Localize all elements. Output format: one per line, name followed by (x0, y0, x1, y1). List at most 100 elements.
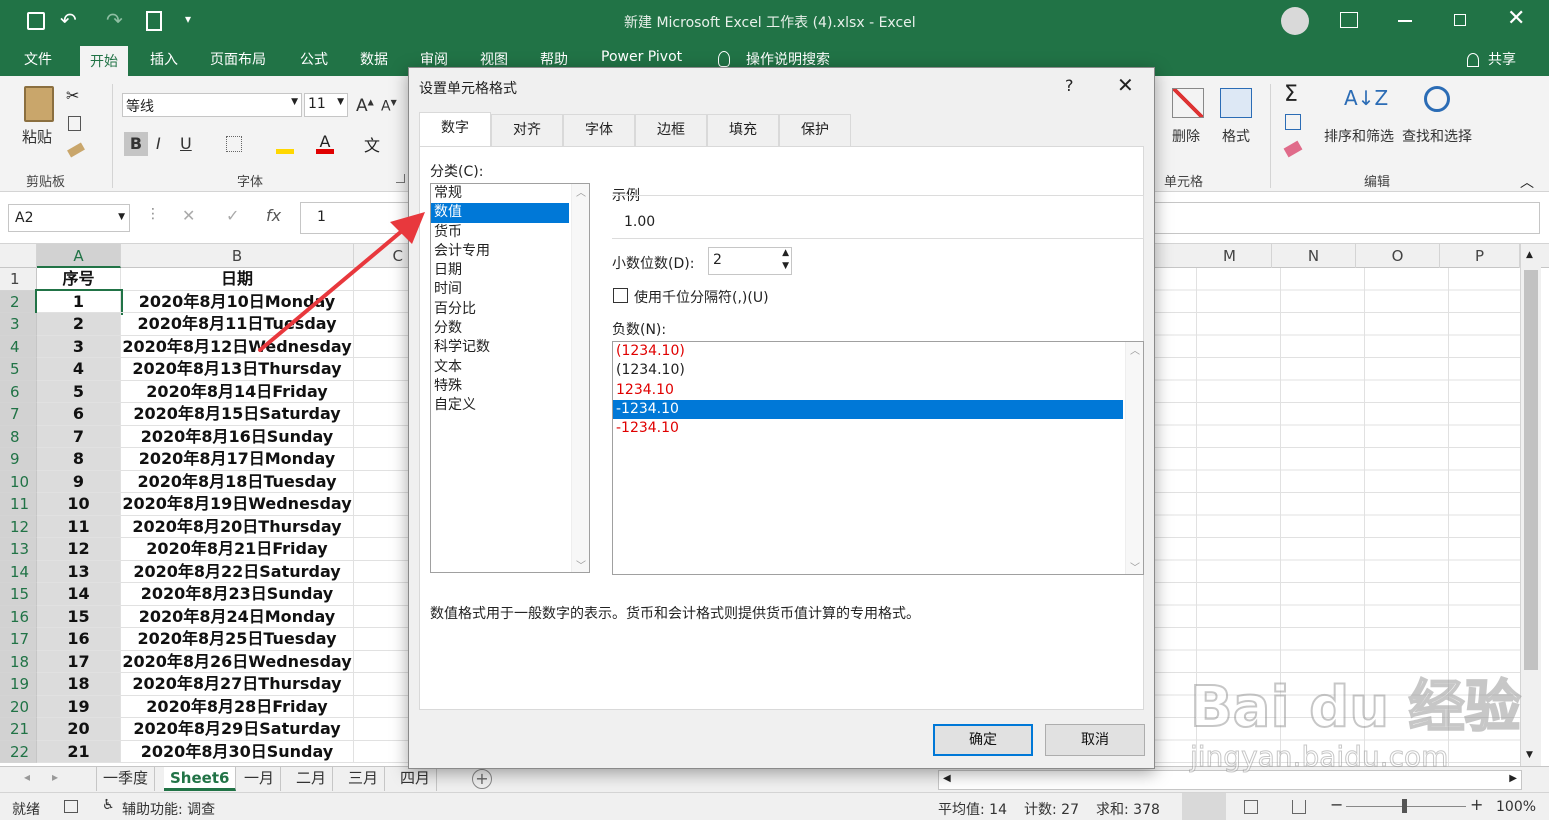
normal-view-icon[interactable] (1182, 793, 1226, 820)
restore-icon[interactable] (1454, 14, 1466, 26)
cell-date[interactable]: 2020年8月17日Monday (121, 448, 354, 471)
ribbon-display-icon[interactable] (1340, 12, 1358, 28)
row-header[interactable]: 2 (0, 290, 37, 313)
negative-numbers-list[interactable]: ︿ ﹀ (1234.10) (1234.10) 1234.10 -1234.10 -12… (612, 341, 1144, 575)
format-cells-button[interactable]: 格式 (1222, 126, 1250, 146)
cell-empty[interactable] (354, 448, 410, 471)
search-icon[interactable] (1424, 86, 1450, 112)
tab-power-pivot[interactable]: Power Pivot (601, 49, 682, 65)
column-header-m[interactable]: M (1188, 244, 1272, 268)
tab-home[interactable]: 开始 (80, 46, 128, 76)
cell-index[interactable]: 4 (37, 358, 121, 381)
category-item[interactable]: 时间 (431, 280, 569, 299)
cell-index[interactable]: 3 (37, 335, 121, 358)
cell-index[interactable]: 16 (37, 628, 121, 651)
name-box[interactable]: A2 ▼ (8, 204, 130, 232)
tab-fill[interactable]: 填充 (707, 114, 779, 146)
category-item[interactable]: 日期 (431, 261, 569, 280)
collapse-ribbon-icon[interactable]: ︿ (1520, 172, 1534, 192)
share-button[interactable]: 共享 (1488, 49, 1516, 69)
bold-button[interactable]: B (124, 132, 148, 156)
sheet-tab-apr[interactable]: 四月 (394, 767, 438, 791)
thousands-separator-checkbox[interactable] (613, 288, 628, 303)
cell-index[interactable]: 21 (37, 740, 121, 763)
cell-index[interactable]: 17 (37, 650, 121, 673)
cell-date[interactable]: 2020年8月16日Sunday (121, 425, 354, 448)
cell-empty[interactable] (354, 380, 410, 403)
thousands-separator-label[interactable]: 使用千位分隔符(,)(U) (634, 287, 769, 307)
fill-down-icon[interactable] (1285, 114, 1301, 130)
tab-font[interactable]: 字体 (563, 114, 635, 146)
cell-empty[interactable] (354, 628, 410, 651)
row-header[interactable]: 5 (0, 358, 37, 381)
negative-format-item[interactable]: 1234.10 (613, 381, 1123, 400)
row-header[interactable]: 13 (0, 538, 37, 561)
cell-empty[interactable] (354, 358, 410, 381)
category-item[interactable]: 货币 (431, 223, 569, 242)
cell-empty[interactable] (354, 583, 410, 606)
scroll-left-icon[interactable]: ◀ (943, 773, 951, 784)
tab-alignment[interactable]: 对齐 (491, 114, 563, 146)
row-header[interactable]: 15 (0, 583, 37, 606)
cell-date[interactable]: 2020年8月23日Sunday (121, 583, 354, 606)
cell-date[interactable]: 2020年8月28日Friday (121, 695, 354, 718)
row-header[interactable]: 9 (0, 448, 37, 471)
tab-number[interactable]: 数字 (419, 112, 491, 147)
sheet-tab-sheet6[interactable]: Sheet6 (164, 767, 237, 791)
negative-format-item[interactable]: -1234.10 (613, 399, 1123, 420)
tab-view[interactable]: 视图 (480, 49, 508, 69)
undo-icon[interactable]: ↶ (60, 8, 77, 32)
row-header[interactable]: 11 (0, 493, 37, 516)
cell-date[interactable]: 2020年8月20日Thursday (121, 515, 354, 538)
row-header[interactable]: 16 (0, 605, 37, 628)
zoom-out-icon[interactable]: − (1330, 795, 1343, 814)
sheet-tab-jan[interactable]: 一月 (238, 767, 282, 791)
list-scroll-down-icon[interactable]: ﹀ (576, 557, 586, 572)
cell-index[interactable]: 8 (37, 448, 121, 471)
cell-empty[interactable] (354, 560, 410, 583)
borders-icon[interactable] (226, 136, 242, 152)
ok-button[interactable]: 确定 (933, 724, 1033, 756)
add-sheet-icon[interactable]: + (472, 769, 492, 789)
customize-qat-icon[interactable]: ▾ (185, 12, 191, 26)
find-select-button[interactable]: 查找和选择 (1402, 126, 1472, 146)
status-accessibility[interactable]: 辅助功能: 调查 (122, 799, 215, 819)
column-header-n[interactable]: N (1272, 244, 1356, 268)
row-header[interactable]: 6 (0, 380, 37, 403)
cell-empty[interactable] (354, 425, 410, 448)
cell-index[interactable]: 12 (37, 538, 121, 561)
row-header[interactable]: 7 (0, 403, 37, 426)
copy-icon[interactable] (68, 116, 81, 131)
sort-filter-icon[interactable]: A↓Z (1344, 86, 1388, 110)
scroll-thumb[interactable] (1524, 270, 1538, 670)
cell-index[interactable]: 15 (37, 605, 121, 628)
row-header[interactable]: 1 (0, 268, 37, 291)
stepper-down-icon[interactable]: ▼ (782, 261, 789, 271)
negative-format-item[interactable]: (1234.10) (613, 342, 1123, 361)
font-size-select[interactable]: 11 ▼ (304, 93, 348, 117)
italic-button[interactable]: I (156, 132, 161, 156)
tab-formulas[interactable]: 公式 (300, 49, 328, 69)
phonetic-icon[interactable]: 文 (364, 132, 380, 156)
cell-index[interactable]: 20 (37, 718, 121, 741)
tab-border[interactable]: 边框 (635, 114, 707, 146)
cell-date[interactable]: 2020年8月30日Sunday (121, 740, 354, 763)
cell-index[interactable]: 6 (37, 403, 121, 426)
row-header[interactable]: 20 (0, 695, 37, 718)
cell-index[interactable]: 1 (35, 288, 123, 315)
close-icon[interactable]: ✕ (1507, 6, 1525, 31)
page-layout-view-icon[interactable] (1244, 800, 1258, 814)
autosum-icon[interactable]: Σ (1284, 82, 1298, 107)
cell-empty[interactable] (354, 538, 410, 561)
list-scroll-up-icon[interactable]: ︿ (1130, 342, 1140, 357)
row-header[interactable]: 18 (0, 650, 37, 673)
cell-index[interactable]: 9 (37, 470, 121, 493)
cell-date[interactable]: 2020年8月25日Tuesday (121, 628, 354, 651)
increase-font-icon[interactable]: A▲ (356, 96, 374, 116)
format-painter-icon[interactable] (67, 142, 85, 158)
decrease-font-icon[interactable]: A▼ (381, 98, 397, 115)
category-item[interactable]: 会计专用 (431, 242, 569, 261)
minimize-icon[interactable] (1398, 20, 1412, 22)
decimal-places-stepper[interactable]: 2 ▲ ▼ (708, 247, 792, 275)
zoom-slider-thumb[interactable] (1402, 799, 1407, 813)
